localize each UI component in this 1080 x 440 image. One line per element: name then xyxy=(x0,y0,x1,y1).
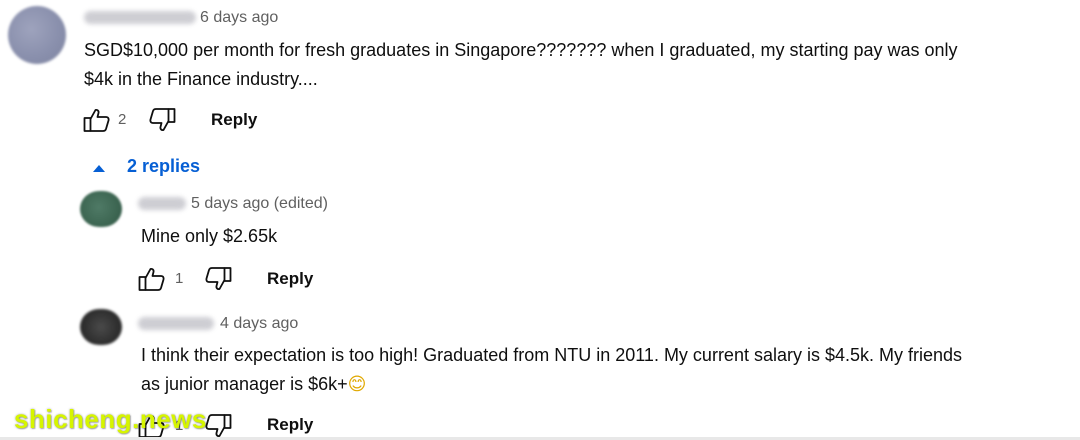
reply-text-fragment: as junior manager is $6k+ xyxy=(141,374,348,394)
reply-timestamp[interactable]: 5 days ago (edited) xyxy=(191,195,328,213)
username-blurred[interactable] xyxy=(84,11,196,24)
dislike-button[interactable] xyxy=(204,266,232,292)
comment-timestamp[interactable]: 6 days ago xyxy=(200,9,278,27)
reply-text: Mine only $2.65k xyxy=(141,226,278,246)
thumbs-down-icon xyxy=(205,414,232,437)
avatar[interactable] xyxy=(80,191,122,227)
dislike-button[interactable] xyxy=(148,107,176,133)
like-count: 1 xyxy=(175,270,184,287)
comment-text-line: $4k in the Finance industry.... xyxy=(84,69,318,89)
thumbs-down-icon xyxy=(149,108,176,131)
watermark: shicheng.news xyxy=(14,404,207,434)
avatar[interactable] xyxy=(80,309,122,345)
comment-text: SGD$10,000 per month for fresh graduates… xyxy=(84,36,958,94)
like-button[interactable] xyxy=(83,107,111,133)
reply-button[interactable]: Reply xyxy=(267,269,313,289)
thumbs-up-icon xyxy=(83,109,110,132)
reply-button[interactable]: Reply xyxy=(267,415,313,435)
like-count: 2 xyxy=(118,111,127,128)
toggle-replies-button[interactable]: 2 replies xyxy=(127,156,200,177)
thumbs-up-icon xyxy=(138,268,165,291)
like-button[interactable] xyxy=(138,266,166,292)
caret-up-icon[interactable] xyxy=(92,160,106,178)
avatar[interactable] xyxy=(8,6,66,64)
thumbs-down-icon xyxy=(205,267,232,290)
smiling-face-emoji: 😊 xyxy=(347,374,367,395)
username-blurred[interactable] xyxy=(138,317,214,330)
dislike-button[interactable] xyxy=(204,413,232,439)
comment-text-line: SGD$10,000 per month for fresh graduates… xyxy=(84,40,958,60)
reply-text-line: as junior manager is $6k+😊 xyxy=(141,370,962,399)
reply-text-line: I think their expectation is too high! G… xyxy=(141,345,963,365)
reply-text: I think their expectation is too high! G… xyxy=(141,341,962,399)
username-blurred[interactable] xyxy=(138,197,186,210)
reply-timestamp[interactable]: 4 days ago xyxy=(220,315,298,333)
reply-button[interactable]: Reply xyxy=(211,110,257,130)
